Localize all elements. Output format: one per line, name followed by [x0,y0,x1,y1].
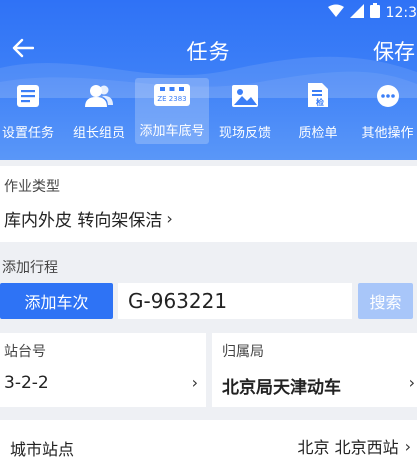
city-station-label: 城市站点 [10,440,75,459]
job-type-selector[interactable]: 库内外皮 转向架保洁 › [4,204,173,232]
tool-team-members[interactable]: 组长组员 [68,80,130,146]
train-number-icon: ZE 2383 [154,84,190,110]
chevron-right-icon: › [404,436,411,456]
tool-label: 添加车底号 [139,124,205,139]
task-list-icon [16,84,40,112]
tool-set-task[interactable]: 设置任务 [0,80,56,146]
tool-label: 其他操作 [361,126,414,141]
search-button[interactable]: 搜索 [358,283,413,319]
tool-label: 设置任务 [1,126,54,141]
platform-field[interactable]: 站台号 3-2-2 › [0,333,206,407]
job-type-section: 作业类型 库内外皮 转向架保洁 › [0,166,417,242]
group-members-icon [85,84,113,112]
tool-label: 质检单 [298,126,338,141]
tool-other-actions[interactable]: 其他操作 [358,80,417,146]
platform-label: 站台号 [4,344,46,360]
back-button[interactable] [6,34,40,66]
more-icon [376,84,400,112]
signal-icon [349,3,364,22]
itinerary-label: 添加行程 [2,260,58,276]
inspection-form-icon: 检 [306,82,330,112]
tool-inspection-form[interactable]: 检 质检单 [290,80,346,146]
platform-value: 3-2-2 [4,373,49,393]
job-type-value: 库内外皮 转向架保洁 [4,210,163,231]
bureau-label: 归属局 [222,344,264,360]
app-bar: 任务 保存 [0,28,417,72]
tool-site-feedback[interactable]: 现场反馈 [214,80,276,146]
add-train-button[interactable]: 添加车次 [0,283,113,319]
svg-text:检: 检 [316,97,324,107]
job-type-label: 作业类型 [4,179,60,195]
city-station-value: 北京 北京西站 [297,438,399,457]
chevron-right-icon: › [191,373,198,392]
train-badge-text: ZE 2383 [157,95,186,103]
status-time: 12:3 [385,4,417,21]
action-toolbar: 设置任务 组长组员 ZE 2383 添加车底号 现场反馈 检 质检单 其他操作 [0,78,417,146]
arrow-left-icon [12,38,35,62]
chevron-right-icon: › [166,208,173,228]
city-station-field[interactable]: 城市站点 北京 北京西站 › [0,420,417,474]
save-button[interactable]: 保存 [373,36,415,66]
wifi-icon [327,3,344,22]
status-bar: 12:3 [0,0,417,24]
train-number-input[interactable]: G-963221 [118,283,352,319]
tool-add-train-number[interactable]: ZE 2383 添加车底号 [135,78,209,144]
chevron-right-icon: › [408,373,415,392]
image-icon [231,84,259,112]
bureau-value: 北京局天津动车 [222,378,341,398]
tool-label: 现场反馈 [218,126,271,141]
battery-icon [369,3,380,22]
tool-label: 组长组员 [72,126,125,141]
bureau-field[interactable]: 归属局 北京局天津动车 › [212,333,417,407]
page-title: 任务 [186,40,231,64]
